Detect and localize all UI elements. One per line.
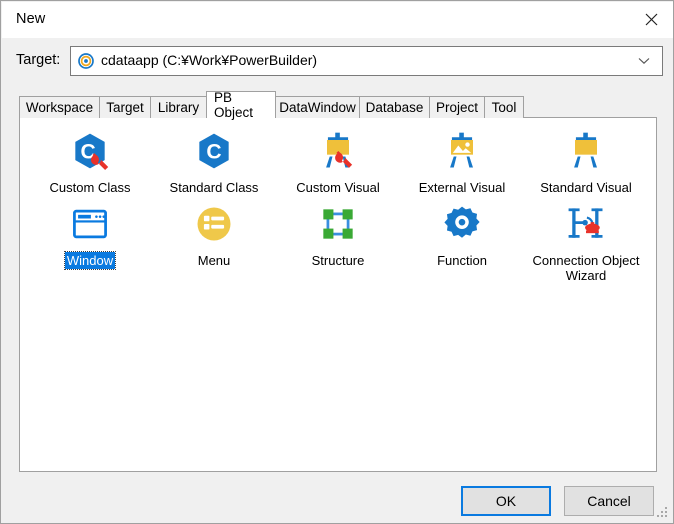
tab-pb-object[interactable]: PB Object (206, 90, 276, 120)
custom-class-icon: C (75, 133, 109, 171)
object-item-label: Custom Visual (296, 180, 380, 195)
tab-label: Project (435, 100, 479, 115)
tab-database[interactable]: Database (359, 96, 430, 118)
tab-label: Database (365, 100, 424, 115)
object-item-label: Standard Visual (540, 180, 632, 195)
chevron-down-icon (638, 58, 650, 65)
function-gear-icon (438, 200, 486, 248)
custom-visual-icon (314, 127, 362, 175)
object-item-external-visual[interactable]: External Visual (400, 123, 524, 196)
standard-class-icon: C (199, 133, 229, 169)
target-combobox[interactable]: cdataapp (C:¥Work¥PowerBuilder) (70, 46, 663, 76)
target-bullseye-icon (78, 53, 94, 69)
tab-label: DataWindow (279, 100, 356, 115)
tab-label: Tool (491, 100, 517, 115)
tab-target[interactable]: Target (99, 96, 151, 118)
standard-class-icon: C (190, 127, 238, 175)
standard-visual-icon (574, 132, 597, 168)
tab-label: PB Object (214, 90, 254, 120)
object-item-menu[interactable]: Menu (152, 196, 276, 284)
new-object-dialog: New Target: cdataapp (C:¥Work¥PowerBuild… (0, 0, 674, 524)
custom-class-icon: C (66, 127, 114, 175)
dialog-title: New (16, 11, 46, 27)
tab-datawindow[interactable]: DataWindow (275, 96, 360, 118)
tab-workspace[interactable]: Workspace (19, 96, 100, 118)
object-grid: C Custom Class C Standard Class Custom Vi… (28, 123, 648, 284)
object-grid-row: Window Menu Structure Function Connectio… (28, 196, 648, 284)
tab-tool[interactable]: Tool (484, 96, 524, 118)
external-visual-icon (438, 127, 486, 175)
object-item-label: Menu (197, 253, 231, 268)
connection-object-wizard-icon (568, 208, 603, 238)
close-icon (645, 13, 657, 25)
window-icon (66, 200, 114, 248)
function-gear-icon (444, 206, 480, 238)
tab-project[interactable]: Project (429, 96, 485, 118)
object-item-custom-class[interactable]: C Custom Class (28, 123, 152, 196)
object-grid-row: C Custom Class C Standard Class Custom Vi… (28, 123, 648, 196)
menu-icon (190, 200, 238, 248)
title-bar: New (2, 2, 673, 38)
object-item-standard-visual[interactable]: Standard Visual (524, 123, 648, 196)
target-label: Target: (16, 52, 61, 68)
tab-label: Workspace (25, 100, 94, 115)
target-row: Target: cdataapp (C:¥Work¥PowerBuilder) (2, 38, 673, 86)
structure-icon (323, 209, 353, 239)
object-item-label: Standard Class (169, 180, 259, 195)
object-panel: C Custom Class C Standard Class Custom Vi… (19, 118, 657, 472)
target-value: cdataapp (C:¥Work¥PowerBuilder) (101, 52, 318, 68)
object-item-connection-object-wizard[interactable]: Connection Object Wizard (524, 196, 648, 284)
object-item-label: Window (63, 251, 117, 270)
close-button[interactable] (628, 2, 673, 36)
object-item-label: External Visual (418, 180, 506, 195)
external-visual-icon (450, 132, 473, 168)
object-item-function[interactable]: Function (400, 196, 524, 284)
object-item-label: Function (437, 253, 487, 268)
ok-button[interactable]: OK (461, 486, 551, 516)
connection-object-wizard-icon (562, 200, 610, 248)
window-icon (73, 209, 107, 239)
standard-visual-icon (562, 127, 610, 175)
tab-strip: Workspace Target Library PB Object DataWindo… (19, 90, 657, 120)
object-item-custom-visual[interactable]: Custom Visual (276, 123, 400, 196)
tab-label: Library (157, 100, 200, 115)
svg-text:C: C (206, 140, 221, 163)
object-item-label: Structure (311, 253, 365, 268)
tab-label: Target (106, 100, 144, 115)
object-item-standard-class[interactable]: C Standard Class (152, 123, 276, 196)
object-item-structure[interactable]: Structure (276, 196, 400, 284)
structure-icon (314, 200, 362, 248)
cancel-button[interactable]: Cancel (564, 486, 654, 516)
object-item-label: Connection Object Wizard (532, 253, 640, 283)
resize-grip[interactable] (657, 507, 669, 519)
target-dropdown-arrow[interactable] (634, 47, 654, 75)
object-item-label: Custom Class (49, 180, 131, 195)
menu-icon (197, 207, 231, 241)
custom-visual-icon (326, 132, 353, 168)
tab-library[interactable]: Library (150, 96, 207, 118)
object-item-window[interactable]: Window (28, 196, 152, 284)
